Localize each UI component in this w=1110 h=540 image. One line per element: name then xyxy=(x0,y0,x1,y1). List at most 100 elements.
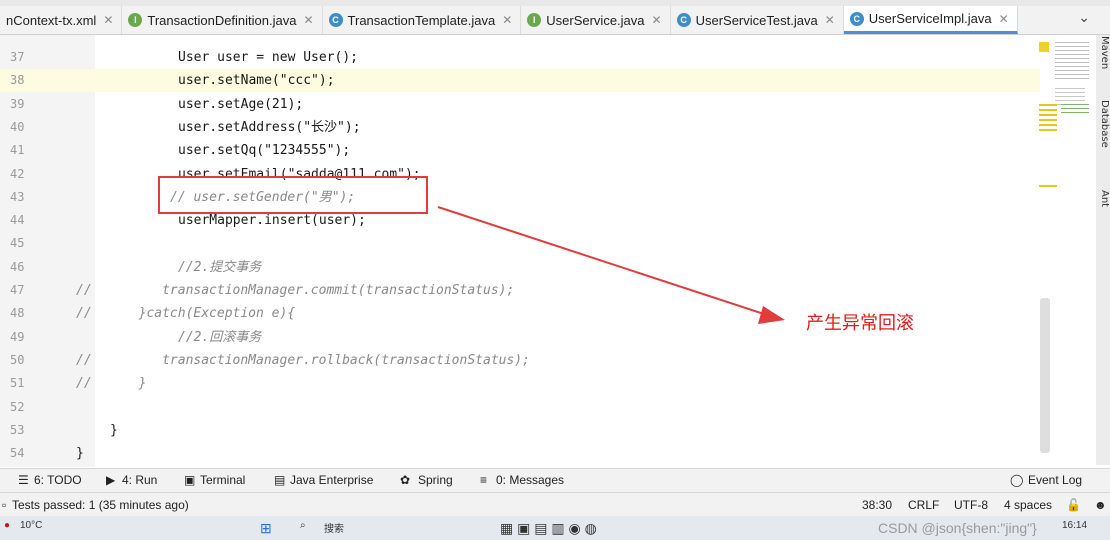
indent-setting[interactable]: 4 spaces xyxy=(1004,498,1052,512)
tab-applicationcontext-tx-xml[interactable]: nContext-tx.xml ✕ xyxy=(0,6,123,34)
code-line[interactable]: 50 // transactionManager.rollback(transac… xyxy=(0,349,1040,372)
code-minimap[interactable] xyxy=(1039,40,1093,190)
line-number[interactable]: 52 xyxy=(10,396,40,419)
line-number[interactable]: 47 xyxy=(10,279,40,302)
clock[interactable]: 16:14 xyxy=(1062,520,1087,531)
ant-tab[interactable]: Ant xyxy=(1099,190,1110,207)
event-log-button[interactable]: Event Log xyxy=(1028,473,1082,487)
code-line[interactable]: 47 // transactionManager.commit(transacti… xyxy=(0,279,1040,302)
code-text: User user = new User(); xyxy=(178,50,359,65)
line-number[interactable]: 54 xyxy=(10,442,40,465)
code-text: //2.提交事务 xyxy=(178,259,262,275)
code-line[interactable]: 45 xyxy=(0,232,1040,255)
app-icons[interactable]: ▦ ▣ ▤ ▥ ◉ ◍ xyxy=(500,520,597,537)
line-number[interactable]: 40 xyxy=(10,116,40,139)
close-icon[interactable]: ✕ xyxy=(999,12,1009,26)
line-number[interactable]: 37 xyxy=(10,46,40,69)
close-icon[interactable]: ✕ xyxy=(502,13,512,27)
weather-temperature[interactable]: 10°C xyxy=(20,520,42,531)
terminal-button[interactable]: Terminal xyxy=(200,473,245,487)
lock-icon[interactable]: 🔓 xyxy=(1066,498,1081,512)
tab-transaction-template[interactable]: C TransactionTemplate.java ✕ xyxy=(323,6,522,34)
code-line[interactable]: 39 user.setAge(21); xyxy=(0,93,1040,116)
tab-user-service-test[interactable]: C UserServiceTest.java ✕ xyxy=(671,6,844,34)
interface-icon: I xyxy=(128,13,143,27)
code-text: // } xyxy=(76,376,147,392)
os-taskbar: ● 10°C ⊞ ⌕ 搜索 ▦ ▣ ▤ ▥ ◉ ◍ CSDN @json{she… xyxy=(0,516,1110,540)
tab-label: nContext-tx.xml xyxy=(6,12,97,28)
tab-label: TransactionTemplate.java xyxy=(347,12,496,28)
interface-icon: I xyxy=(527,13,542,27)
line-number[interactable]: 51 xyxy=(10,372,40,395)
todo-icon: ☰ xyxy=(18,473,29,487)
code-line[interactable]: 52 xyxy=(0,396,1040,419)
line-number[interactable]: 49 xyxy=(10,326,40,349)
class-icon: C xyxy=(849,11,864,26)
close-icon[interactable]: ✕ xyxy=(825,13,835,27)
code-line[interactable]: 38 user.setName("ccc"); xyxy=(0,69,1040,93)
code-text: // transactionManager.commit(transaction… xyxy=(76,283,515,298)
line-number[interactable]: 39 xyxy=(10,93,40,116)
code-line[interactable]: 44 userMapper.insert(user); xyxy=(0,209,1040,232)
code-line[interactable]: 54} xyxy=(0,442,1040,465)
line-number[interactable]: 46 xyxy=(10,256,40,279)
code-line[interactable]: 51 // } xyxy=(0,372,1040,395)
java-enterprise-icon: ▤ xyxy=(274,473,286,487)
chevron-down-icon[interactable]: ⌄ xyxy=(1078,10,1090,26)
status-message[interactable]: Tests passed: 1 (35 minutes ago) xyxy=(12,498,189,512)
code-line[interactable]: 53} xyxy=(0,419,1040,442)
java-enterprise-button[interactable]: Java Enterprise xyxy=(290,473,373,487)
status-indicator-icon: ▫ xyxy=(2,498,7,512)
highlight-box xyxy=(158,176,428,214)
line-separator[interactable]: CRLF xyxy=(908,498,939,512)
todo-button[interactable]: 6: TODO xyxy=(34,473,82,487)
maven-tab[interactable]: Maven xyxy=(1099,36,1110,69)
tab-user-service[interactable]: I UserService.java ✕ xyxy=(521,6,671,34)
messages-button[interactable]: 0: Messages xyxy=(496,473,564,487)
messages-icon: ≡ xyxy=(480,473,488,487)
close-icon[interactable]: ✕ xyxy=(103,13,113,27)
run-icon: ▶ xyxy=(106,473,116,487)
code-line[interactable]: 46 //2.提交事务 xyxy=(0,256,1040,279)
event-log-icon: ◯ xyxy=(1010,473,1024,487)
line-number[interactable]: 38 xyxy=(10,69,40,92)
close-icon[interactable]: ✕ xyxy=(652,13,662,27)
line-number[interactable]: 42 xyxy=(10,163,40,186)
code-line[interactable]: 43// user.setGender("男"); xyxy=(0,186,1040,209)
line-number[interactable]: 41 xyxy=(10,139,40,162)
tab-user-service-impl[interactable]: C UserServiceImpl.java ✕ xyxy=(843,6,1018,34)
code-text: // }catch(Exception e){ xyxy=(76,306,296,322)
code-line[interactable]: 41 user.setQq("1234555"); xyxy=(0,139,1040,162)
tab-transaction-definition[interactable]: I TransactionDefinition.java ✕ xyxy=(122,6,323,34)
spring-icon: ✿ xyxy=(400,473,411,487)
editor-tab-bar: nContext-tx.xml ✕ I TransactionDefinition… xyxy=(0,6,1110,35)
tool-window-bar: ☰ 6: TODO ▶ 4: Run ▣ Terminal ▤ Java Ent… xyxy=(0,468,1110,493)
code-text: user.setAge(21); xyxy=(178,96,304,112)
inspector-icon[interactable]: ☻ xyxy=(1094,498,1107,512)
line-number[interactable]: 48 xyxy=(10,302,40,325)
tab-label: UserService.java xyxy=(546,12,645,28)
code-line[interactable]: 40 user.setAddress("长沙"); xyxy=(0,116,1040,139)
line-number[interactable]: 44 xyxy=(10,209,40,232)
database-tab[interactable]: Database xyxy=(1099,100,1110,148)
close-icon[interactable]: ✕ xyxy=(303,13,313,27)
code-line[interactable]: 37 User user = new User(); xyxy=(0,46,1040,69)
line-number[interactable]: 50 xyxy=(10,349,40,372)
terminal-icon: ▣ xyxy=(184,473,196,487)
run-button[interactable]: 4: Run xyxy=(122,473,157,487)
line-number[interactable]: 45 xyxy=(10,232,40,255)
spring-button[interactable]: Spring xyxy=(418,473,453,487)
weather-alert-icon: ● xyxy=(4,520,11,531)
taskbar-search[interactable]: 搜索 xyxy=(324,520,344,535)
windows-start-icon[interactable]: ⊞ xyxy=(260,520,272,537)
line-number[interactable]: 53 xyxy=(10,419,40,442)
editor-scrollbar[interactable] xyxy=(1040,298,1050,453)
annotation-text: 产生异常回滚 xyxy=(806,313,914,334)
caret-position[interactable]: 38:30 xyxy=(862,498,892,512)
code-text: // transactionManager.rollback(transacti… xyxy=(76,352,530,368)
class-icon: C xyxy=(328,13,343,27)
code-line[interactable]: 42 user.setEmail("sadda@111.com"); xyxy=(0,163,1040,186)
file-encoding[interactable]: UTF-8 xyxy=(954,498,988,512)
line-number[interactable]: 43 xyxy=(10,186,40,209)
search-icon: ⌕ xyxy=(300,520,306,531)
